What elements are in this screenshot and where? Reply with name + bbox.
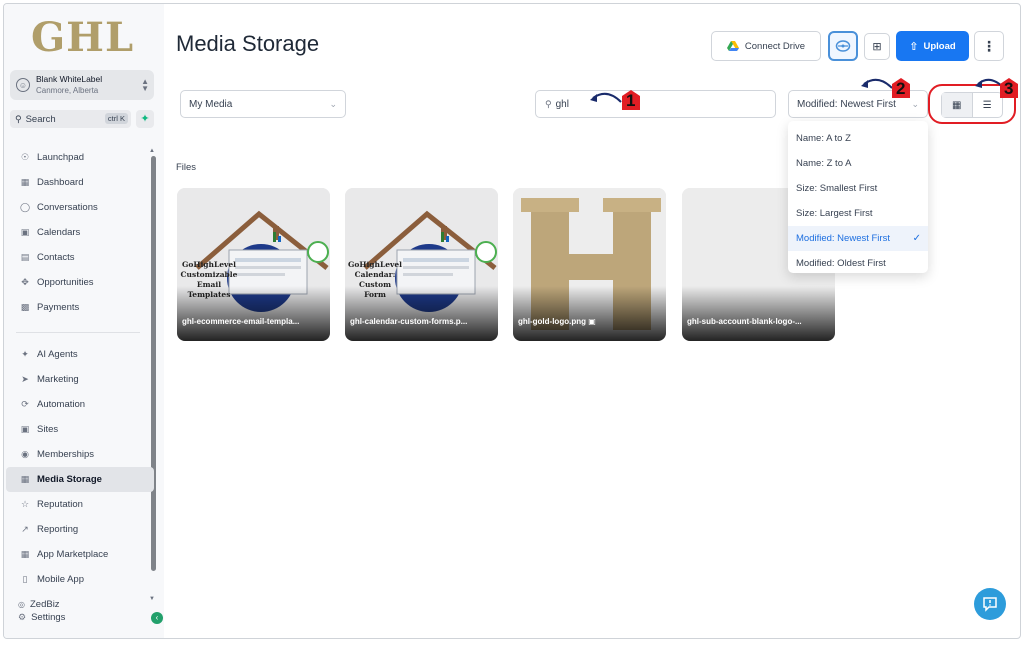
sidebar-item-reporting[interactable]: ↗ Reporting: [6, 517, 154, 542]
star-icon: ☆: [20, 499, 30, 509]
send-icon: ➤: [21, 374, 29, 384]
sidebar-item-reputation[interactable]: ☆ Reputation: [6, 492, 154, 517]
sidebar-item-settings[interactable]: ◎ ZedBiz ⚙ Settings: [18, 598, 65, 624]
image-icon: ▦: [20, 474, 30, 484]
search-shortcut-badge: ctrl K: [104, 113, 128, 124]
annotation-number-3: 3: [1004, 79, 1014, 98]
sidebar-item-mobile-app[interactable]: ▯ Mobile App: [6, 567, 154, 592]
sidebar-item-payments[interactable]: ▩ Payments: [6, 295, 154, 320]
file-card[interactable]: GoHighLevelCalendar:Custom Form ghl-cale…: [345, 188, 498, 341]
sidebar-item-automation[interactable]: ⟳ Automation: [6, 392, 154, 417]
chevron-down-icon: ⌄: [911, 99, 919, 109]
file-search-input[interactable]: ⚲ ghl: [535, 90, 776, 118]
contacts-icon: ▤: [20, 252, 30, 262]
sort-option-name-asc[interactable]: Name: A to Z: [788, 126, 928, 151]
collapse-sidebar-button[interactable]: ‹: [151, 612, 163, 624]
help-chat-button[interactable]: [974, 588, 1006, 620]
sort-dropdown-menu: Name: A to Z Name: Z to A Size: Smallest…: [788, 121, 928, 273]
connect-drive-button[interactable]: Connect Drive: [711, 31, 821, 61]
file-card[interactable]: ghl-gold-logo.png ▣: [513, 188, 666, 341]
page-title: Media Storage: [176, 31, 320, 56]
user-icon: ☺: [16, 78, 30, 92]
gear-icon: ⚙: [18, 612, 27, 622]
sort-option-size-desc[interactable]: Size: Largest First: [788, 201, 928, 226]
sidebar-item-contacts[interactable]: ▤ Contacts: [6, 245, 154, 270]
chevron-down-icon: ⌄: [329, 99, 337, 109]
brand-logo[interactable]: GHL: [31, 14, 134, 61]
account-location: Canmore, Alberta: [36, 86, 99, 95]
app-window: GHL ☺ Blank WhiteLabel Canmore, Alberta …: [3, 3, 1021, 639]
file-search-value: ghl: [555, 98, 569, 110]
upload-icon: ⇧: [909, 40, 919, 53]
search-icon: ⚲: [15, 113, 22, 124]
grid-icon: ▦: [20, 177, 30, 187]
sidebar-item-marketing[interactable]: ➤ Marketing: [6, 367, 154, 392]
sidebar-item-conversations[interactable]: ◯ Conversations: [6, 195, 154, 220]
check-icon: ✓: [912, 233, 921, 244]
more-vertical-icon: ⋮: [982, 37, 996, 54]
scroll-down-icon[interactable]: ▼: [149, 596, 155, 602]
sort-option-name-desc[interactable]: Name: Z to A: [788, 151, 928, 176]
chat-icon: ◯: [19, 202, 31, 212]
sort-option-modified-oldest[interactable]: Modified: Oldest First: [788, 251, 928, 276]
account-name: Blank WhiteLabel: [36, 74, 103, 84]
file-name: ghl-gold-logo.png ▣: [518, 317, 596, 326]
ai-brain-icon: [835, 40, 851, 52]
sidebar-item-app-marketplace[interactable]: ▦ App Marketplace: [6, 542, 154, 567]
sidebar-item-media-storage[interactable]: ▦ Media Storage: [6, 467, 154, 492]
sites-icon: ▣: [20, 424, 30, 434]
sidebar: GHL ☺ Blank WhiteLabel Canmore, Alberta …: [4, 4, 164, 638]
sidebar-item-memberships[interactable]: ◉ Memberships: [6, 442, 154, 467]
annotation-number-1: 1: [626, 91, 636, 110]
upload-button[interactable]: ⇧ Upload: [896, 31, 969, 61]
ai-assistant-button[interactable]: [828, 31, 858, 61]
payments-icon: ▩: [20, 302, 30, 312]
agency-name: ZedBiz: [29, 599, 60, 610]
rocket-icon: ☉: [20, 152, 30, 162]
settings-label: Settings: [31, 612, 66, 623]
sidebar-nav-bottom: ✦ AI Agents ➤ Marketing ⟳ Automation ▣ Sites…: [4, 342, 154, 592]
sort-option-size-asc[interactable]: Size: Smallest First: [788, 176, 928, 201]
annotation-arrow-1: [590, 92, 622, 103]
media-source-select[interactable]: My Media ⌄: [180, 90, 346, 118]
file-card[interactable]: GoHighLevelCustomizableEmail Templates g…: [177, 188, 330, 341]
building-icon: ◎: [18, 600, 25, 609]
more-options-button[interactable]: ⋮: [974, 31, 1004, 61]
sidebar-search-placeholder: Search: [25, 113, 56, 125]
sidebar-item-sites[interactable]: ▣ Sites: [6, 417, 154, 442]
annotation-arrow-2: [861, 78, 893, 89]
sidebar-item-calendars[interactable]: ▣ Calendars: [6, 220, 154, 245]
sidebar-item-dashboard[interactable]: ▦ Dashboard: [6, 170, 154, 195]
sidebar-item-ai-agents[interactable]: ✦ AI Agents: [6, 342, 154, 367]
sidebar-divider: [16, 332, 140, 333]
automation-icon: ⟳: [21, 399, 29, 409]
google-drive-icon: [726, 41, 739, 51]
phone-icon: ▯: [22, 574, 28, 584]
chevron-updown-icon: ▲ ▼: [141, 77, 149, 93]
sort-option-modified-newest[interactable]: Modified: Newest First ✓: [788, 226, 928, 251]
annotation-number-2: 2: [896, 79, 906, 98]
sparkle-icon: ✦: [21, 349, 29, 359]
trend-icon: ↗: [21, 524, 29, 534]
sidebar-item-opportunities[interactable]: ✥ Opportunities: [6, 270, 154, 295]
files-section-label: Files: [176, 162, 197, 173]
award-icon: ◉: [21, 449, 29, 459]
sidebar-item-launchpad[interactable]: ☉ Launchpad: [6, 145, 154, 170]
new-folder-button[interactable]: ⊞: [864, 33, 890, 60]
folder-plus-icon: ⊞: [872, 41, 882, 53]
calendar-icon: ▣: [20, 227, 30, 237]
file-name: ghl-calendar-custom-forms.p...: [350, 317, 468, 326]
opportunities-icon: ✥: [21, 277, 29, 287]
sidebar-nav-top: ☉ Launchpad ▦ Dashboard ◯ Conversations ▣ Ca…: [4, 145, 154, 320]
sidebar-search[interactable]: ⚲ Search ctrl K: [10, 110, 131, 128]
account-switcher[interactable]: ☺ Blank WhiteLabel Canmore, Alberta ▲ ▼: [10, 70, 154, 100]
ai-sparkle-button[interactable]: ✦: [136, 110, 154, 128]
apps-icon: ▦: [20, 549, 30, 559]
chat-bubble-icon: [983, 597, 997, 612]
file-name: ghl-ecommerce-email-templa...: [182, 317, 300, 326]
file-name: ghl-sub-account-blank-logo-...: [687, 317, 802, 326]
image-file-icon: ▣: [588, 317, 596, 326]
search-icon: ⚲: [545, 98, 552, 109]
